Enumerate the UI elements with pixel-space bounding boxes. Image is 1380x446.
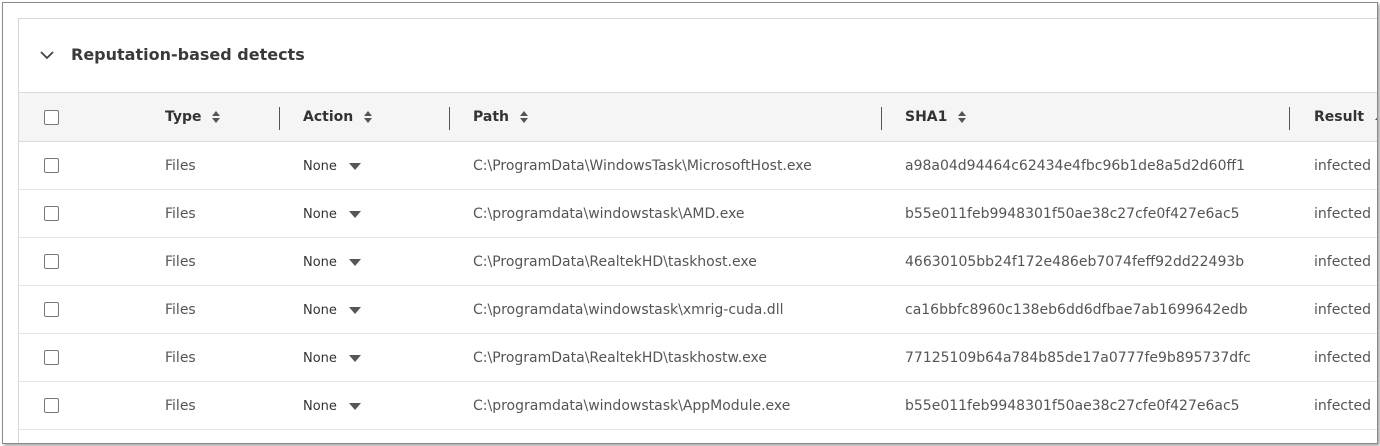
cell-type: Files: [165, 397, 196, 414]
cell-path: C:\ProgramData\WindowsTask\MicrosoftHost…: [473, 157, 812, 174]
cell-path: C:\programdata\windowstask\AMD.exe: [473, 205, 745, 222]
table-row[interactable]: Files None C:\programdata\windowstask\xmri…: [19, 286, 1377, 334]
header-sha1[interactable]: SHA1: [881, 93, 1289, 142]
caret-down-icon[interactable]: [348, 210, 361, 218]
cell-result: infected: [1314, 397, 1371, 414]
column-divider[interactable]: [881, 107, 882, 130]
cell-type: Files: [165, 205, 196, 222]
row-select-cell: [19, 142, 165, 190]
sort-ascending-icon[interactable]: [1374, 113, 1378, 121]
cell-type: Files: [165, 157, 196, 174]
action-dropdown[interactable]: None: [303, 351, 361, 366]
cell-sha1: ca16bbfc8960c138eb6dd6dfbae7ab1699642edb: [905, 301, 1248, 318]
action-dropdown[interactable]: None: [303, 303, 361, 318]
section-title: Reputation-based detects: [71, 45, 305, 64]
header-result-label: Result: [1314, 109, 1365, 125]
row-select-cell: [19, 286, 165, 334]
header-type-label: Type: [165, 109, 202, 125]
row-checkbox[interactable]: [44, 350, 59, 365]
row-checkbox[interactable]: [44, 254, 59, 269]
cell-sha1: 46630105bb24f172e486eb7074feff92dd22493b: [905, 253, 1245, 270]
row-select-cell: [19, 190, 165, 238]
caret-down-icon[interactable]: [348, 354, 361, 362]
cell-path: C:\ProgramData\RealtekHD\taskhostw.exe: [473, 349, 767, 366]
table-row[interactable]: Files None C:\ProgramData\RealtekHD\taskho…: [19, 238, 1377, 286]
cell-type: Files: [165, 349, 196, 366]
action-dropdown[interactable]: None: [303, 399, 361, 414]
column-divider[interactable]: [1289, 107, 1290, 130]
table-row[interactable]: Files None C:\ProgramData\WindowsTask\Micr…: [19, 142, 1377, 190]
cell-path: C:\programdata\windowstask\AppModule.exe: [473, 397, 791, 414]
action-dropdown[interactable]: None: [303, 207, 361, 222]
action-dropdown-value: None: [303, 302, 337, 318]
table-row[interactable]: Files None C:\ProgramData\RealtekHD\taskho…: [19, 334, 1377, 382]
header-sha1-label: SHA1: [905, 109, 948, 125]
action-dropdown[interactable]: None: [303, 159, 361, 174]
cell-sha1: b55e011feb9948301f50ae38c27cfe0f427e6ac5: [905, 205, 1240, 222]
cell-action: None: [279, 190, 449, 238]
row-checkbox[interactable]: [44, 206, 59, 221]
section-header[interactable]: Reputation-based detects: [19, 19, 1377, 92]
action-dropdown-value: None: [303, 398, 337, 414]
cell-sha1: b55e011feb9948301f50ae38c27cfe0f427e6ac5: [905, 397, 1240, 414]
caret-down-icon[interactable]: [348, 402, 361, 410]
cell-action: None: [279, 142, 449, 190]
action-dropdown-value: None: [303, 350, 337, 366]
row-select-cell: [19, 334, 165, 382]
header-action[interactable]: Action: [279, 93, 449, 142]
cell-result: infected: [1314, 301, 1371, 318]
row-select-cell: [19, 382, 165, 430]
detects-table: Type Action Path SHA1 Result Files None …: [19, 92, 1378, 430]
cell-sha1: a98a04d94464c62434e4fbc96b1de8a5d2d60ff1: [905, 157, 1246, 174]
cell-result: infected: [1314, 253, 1371, 270]
cell-action: None: [279, 238, 449, 286]
row-checkbox[interactable]: [44, 398, 59, 413]
select-all-checkbox[interactable]: [44, 109, 59, 125]
cell-action: None: [279, 382, 449, 430]
caret-down-icon[interactable]: [348, 306, 361, 314]
header-type[interactable]: Type: [165, 93, 279, 142]
row-select-cell: [19, 238, 165, 286]
action-dropdown-value: None: [303, 158, 337, 174]
column-divider[interactable]: [449, 107, 450, 130]
table-row[interactable]: Files None C:\programdata\windowstask\AMD.…: [19, 190, 1377, 238]
header-path[interactable]: Path: [449, 93, 881, 142]
header-select-all-cell: [19, 93, 165, 142]
cell-path: C:\programdata\windowstask\xmrig-cuda.dl…: [473, 301, 784, 318]
header-action-label: Action: [303, 109, 354, 125]
action-dropdown[interactable]: None: [303, 255, 361, 270]
row-checkbox[interactable]: [44, 302, 59, 317]
caret-down-icon[interactable]: [348, 162, 361, 170]
sort-icon[interactable]: [519, 110, 528, 124]
header-path-label: Path: [473, 109, 509, 125]
cell-type: Files: [165, 301, 196, 318]
sort-icon[interactable]: [364, 110, 373, 124]
sort-icon[interactable]: [212, 110, 221, 124]
table-header-row: Type Action Path SHA1 Result: [19, 92, 1378, 142]
header-result[interactable]: Result: [1289, 93, 1378, 142]
cell-action: None: [279, 334, 449, 382]
cell-result: infected: [1314, 349, 1371, 366]
action-dropdown-value: None: [303, 206, 337, 222]
reputation-detects-panel: Reputation-based detects Type Action Pat…: [18, 18, 1378, 443]
cell-action: None: [279, 286, 449, 334]
cell-sha1: 77125109b64a784b85de17a0777fe9b895737dfc: [905, 349, 1251, 366]
cell-path: C:\ProgramData\RealtekHD\taskhost.exe: [473, 253, 757, 270]
row-checkbox[interactable]: [44, 158, 59, 173]
column-divider[interactable]: [279, 107, 280, 130]
table-row[interactable]: Files None C:\programdata\windowstask\AppM…: [19, 382, 1377, 430]
action-dropdown-value: None: [303, 254, 337, 270]
cell-type: Files: [165, 253, 196, 270]
cell-result: infected: [1314, 205, 1371, 222]
sort-icon[interactable]: [958, 110, 967, 124]
window-frame: Reputation-based detects Type Action Pat…: [2, 2, 1378, 444]
chevron-down-icon[interactable]: [39, 47, 55, 63]
cell-result: infected: [1314, 157, 1371, 174]
caret-down-icon[interactable]: [348, 258, 361, 266]
